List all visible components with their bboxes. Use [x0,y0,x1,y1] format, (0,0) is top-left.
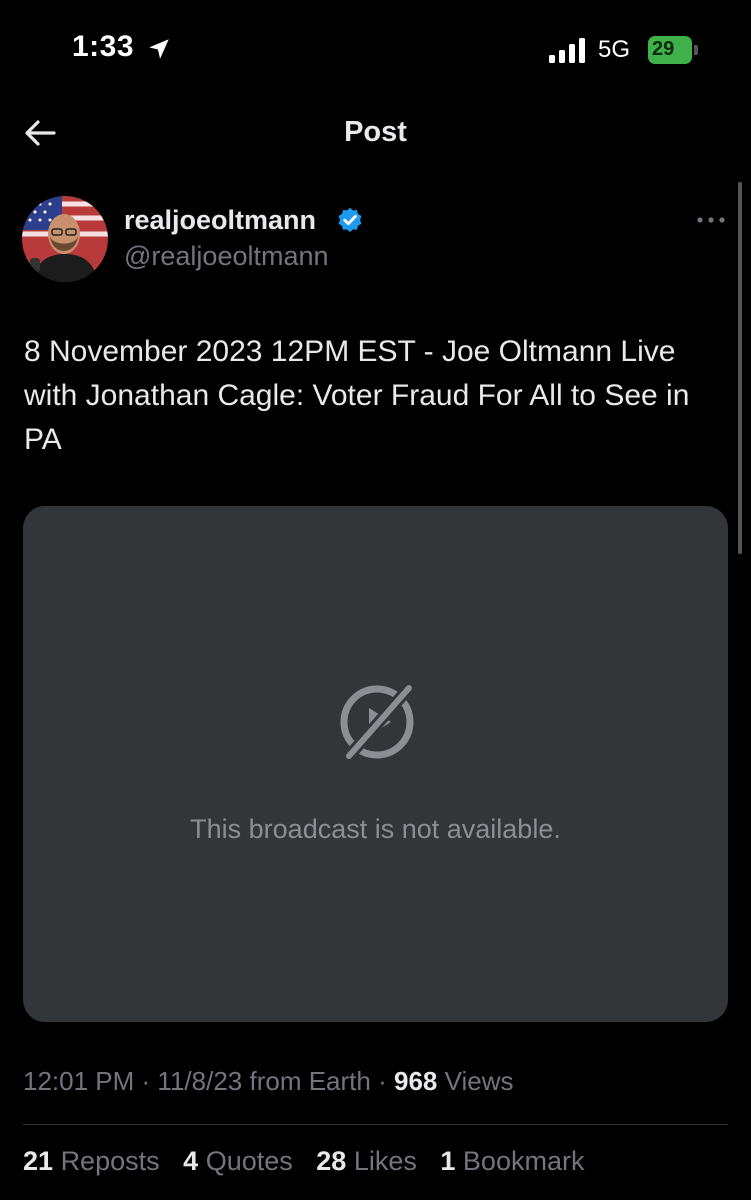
status-bar: 1:33 5G 29 [0,0,751,100]
display-name[interactable]: realjoeoltmann [124,205,316,236]
meta-separator: · [141,1066,158,1096]
broadcast-unavailable-icon [340,684,414,760]
avatar-image [22,196,108,282]
scrollbar[interactable] [738,182,742,554]
broadcast-unavailable-message: This broadcast is not available. [190,814,561,844]
page-header: Post [0,100,751,170]
post-time: 12:01 PM [23,1066,135,1096]
reposts-label: Reposts [60,1146,160,1176]
quotes-stat[interactable]: 4 Quotes [183,1146,293,1176]
bookmarks-stat[interactable]: 1 Bookmark [440,1146,584,1176]
likes-label: Likes [353,1146,417,1176]
location-arrow-icon [149,39,169,59]
more-horizontal-icon[interactable] [694,210,728,230]
bookmarks-count: 1 [440,1146,456,1176]
divider [23,1124,728,1125]
status-time: 1:33 [72,30,135,63]
meta-separator: · [378,1066,394,1096]
post-meta: 12:01 PM · 11/8/23 from Earth · 968 View… [23,1066,514,1097]
page-title: Post [344,116,407,148]
battery-icon: 29 [648,36,700,64]
network-type: 5G [598,36,631,63]
post-date[interactable]: 11/8/23 [157,1066,242,1096]
bookmarks-label: Bookmark [462,1146,585,1176]
battery-level: 29 [652,38,675,60]
likes-stat[interactable]: 28 Likes [316,1146,417,1176]
engagement-stats: 21 Reposts 4 Quotes 28 Likes 1 Bookmark [23,1146,600,1177]
user-handle[interactable]: @realjoeoltmann [124,241,329,272]
quotes-count: 4 [183,1146,199,1176]
likes-count: 28 [316,1146,347,1176]
post-source: from Earth [249,1066,371,1096]
reposts-stat[interactable]: 21 Reposts [23,1146,160,1176]
views-count: 968 [393,1066,438,1096]
broadcast-card[interactable]: This broadcast is not available. [23,506,728,1022]
cellular-signal-icon [549,38,585,63]
quotes-label: Quotes [205,1146,293,1176]
avatar[interactable] [22,196,108,282]
verified-badge-icon [338,207,362,233]
views-label: Views [444,1066,514,1096]
post-text: 8 November 2023 12PM EST - Joe Oltmann L… [24,335,690,456]
reposts-count: 21 [23,1146,54,1176]
